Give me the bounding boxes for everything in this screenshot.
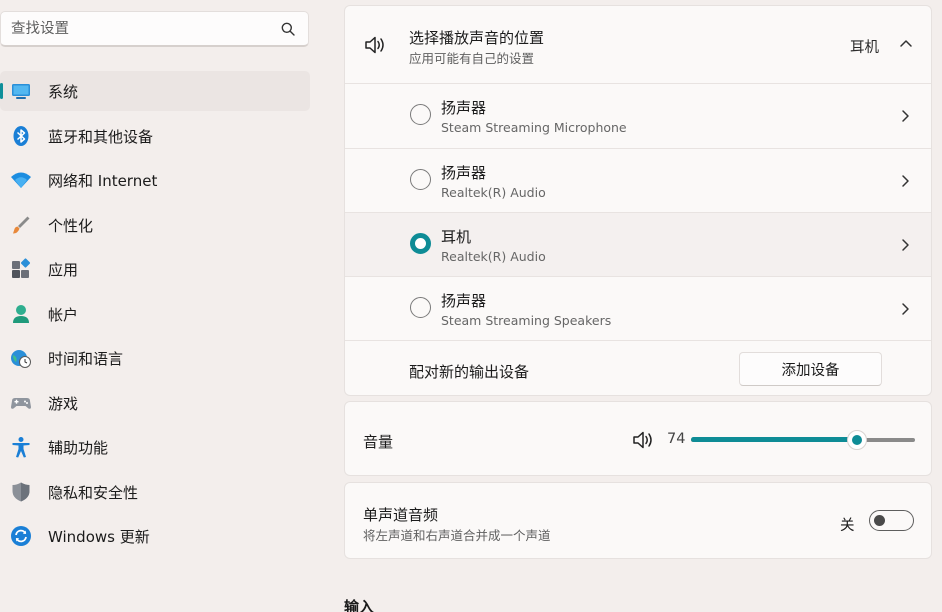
search-box[interactable] [0,11,309,47]
output-device-header[interactable]: 选择播放声音的位置 应用可能有自己的设置 耳机 [345,6,931,83]
device-name: 耳机 [441,228,472,246]
slider-fill [691,437,857,442]
brush-icon [13,216,30,234]
sidebar-item-accessibility[interactable]: 辅助功能 [0,427,310,467]
device-radio[interactable] [410,169,431,190]
output-device-card: 选择播放声音的位置 应用可能有自己的设置 耳机 扬声器 Steam Stream… [344,5,932,396]
accessibility-icon [12,437,30,458]
add-device-button[interactable]: 添加设备 [739,352,882,386]
device-name: 扬声器 [441,292,487,310]
device-detail: Steam Streaming Microphone [441,120,627,135]
sidebar-item-privacy[interactable]: 隐私和安全性 [0,472,310,512]
output-device-row[interactable]: 扬声器 Steam Streaming Speakers [345,277,931,341]
sidebar-item-accounts[interactable]: 帐户 [0,294,310,334]
device-radio-selected[interactable] [410,233,431,254]
active-indicator [0,83,3,99]
output-subtitle: 应用可能有自己的设置 [409,51,535,66]
search-input[interactable] [11,12,271,45]
refresh-icon [11,526,31,546]
mono-audio-description: 将左声道和右声道合并成一个声道 [363,528,551,543]
wifi-icon [11,172,31,188]
device-detail: Realtek(R) Audio [441,185,546,200]
mono-audio-card: 单声道音频 将左声道和右声道合并成一个声道 关 [344,482,932,559]
sidebar-item-label: 隐私和安全性 [48,484,139,502]
device-name: 扬声器 [441,99,487,117]
sidebar-item-label: 辅助功能 [48,439,109,457]
bluetooth-icon [13,126,29,146]
search-icon[interactable] [281,22,295,36]
chevron-right-icon[interactable] [900,302,910,316]
output-device-row[interactable]: 扬声器 Steam Streaming Microphone [345,84,931,148]
device-radio[interactable] [410,297,431,318]
device-detail: Steam Streaming Speakers [441,313,612,328]
sidebar-item-label: 个性化 [48,217,94,235]
volume-card: 音量 74 [344,401,932,476]
slider-thumb[interactable] [847,430,867,450]
chevron-up-icon[interactable] [899,38,913,48]
device-radio[interactable] [410,104,431,125]
toggle-knob [874,514,885,526]
shield-icon [12,482,30,502]
pair-output-label: 配对新的输出设备 [409,363,530,381]
toggle-state-label: 关 [840,518,855,534]
sidebar-item-label: 系统 [48,83,79,101]
chevron-right-icon[interactable] [900,109,910,123]
gamepad-icon [11,398,31,409]
volume-speaker-icon[interactable] [632,429,656,451]
mono-audio-toggle[interactable] [869,510,914,531]
sidebar-item-label: 蓝牙和其他设备 [48,128,154,146]
sidebar-item-label: 网络和 Internet [48,172,158,190]
sidebar-item-bluetooth[interactable]: 蓝牙和其他设备 [0,116,310,156]
account-icon [13,305,29,323]
output-device-row-selected[interactable]: 耳机 Realtek(R) Audio [345,213,931,277]
sidebar-item-system[interactable]: 系统 [0,71,310,111]
output-device-row[interactable]: 扬声器 Realtek(R) Audio [345,149,931,213]
volume-slider[interactable] [691,430,915,450]
sidebar: 系统 蓝牙和其他设备 网络和 Internet 个性化 应用 [0,0,322,612]
sidebar-item-label: 应用 [48,261,79,279]
chevron-right-icon[interactable] [900,238,910,252]
sidebar-item-gaming[interactable]: 游戏 [0,383,310,423]
device-detail: Realtek(R) Audio [441,249,546,264]
sidebar-item-personalization[interactable]: 个性化 [0,205,310,245]
mono-audio-title: 单声道音频 [363,506,439,524]
globe-clock-icon [11,350,31,368]
sidebar-item-time-language[interactable]: 时间和语言 [0,338,310,378]
sidebar-item-label: 时间和语言 [48,350,124,368]
sidebar-item-network[interactable]: 网络和 Internet [0,160,310,200]
speaker-icon [365,36,384,54]
sidebar-item-label: 帐户 [48,306,79,324]
device-name: 扬声器 [441,164,487,182]
system-monitor-icon [12,84,30,99]
volume-label: 音量 [363,433,394,451]
input-section-heading: 输入 [344,598,375,612]
sidebar-item-apps[interactable]: 应用 [0,249,310,289]
volume-value: 74 [667,431,686,447]
chevron-right-icon[interactable] [900,174,910,188]
sidebar-item-label: Windows 更新 [48,528,150,546]
sidebar-item-windows-update[interactable]: Windows 更新 [0,516,310,556]
output-title: 选择播放声音的位置 [409,29,545,47]
sidebar-item-label: 游戏 [48,395,79,413]
current-output-device: 耳机 [850,40,879,56]
apps-icon [12,258,31,278]
pair-output-device-row: 配对新的输出设备 添加设备 [345,340,931,396]
